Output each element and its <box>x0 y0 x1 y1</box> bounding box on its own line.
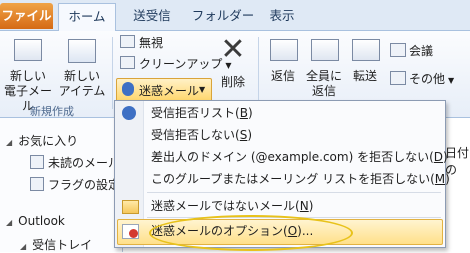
reply-button[interactable]: 返信 <box>264 35 302 101</box>
junk-dropdown-menu: 受信拒否リスト(B) 受信拒否しない(S) 差出人のドメイン (@example… <box>114 100 450 251</box>
reply-all-button[interactable]: 全員に 返信 <box>304 35 344 101</box>
delete-button[interactable]: ✕ 削除 <box>214 35 252 101</box>
tab-folder[interactable]: フォルダー <box>188 3 258 29</box>
menu-item-not-junk[interactable]: 迷惑メールではないメール(N) <box>151 196 313 216</box>
delete-x-icon: ✕ <box>220 32 246 67</box>
group-label-new: 新規作成 <box>30 105 74 118</box>
menu-accesskey: D <box>433 150 444 164</box>
reply-all-label-1: 全員に <box>305 69 342 83</box>
menu-item-block-sender[interactable]: 受信拒否リスト(B) <box>151 103 253 123</box>
tab-view[interactable]: 表示 <box>260 3 304 29</box>
reply-envelope-icon <box>270 39 298 61</box>
ribbon-separator <box>258 37 259 109</box>
ignore-button[interactable]: 無視 <box>120 35 163 51</box>
cleanup-icon <box>120 56 135 69</box>
reply-all-envelope-icon <box>311 39 339 61</box>
menu-label: 受信拒否しない <box>151 128 236 142</box>
ribbon-tab-bar: ファイル ホーム 送受信 フォルダー 表示 <box>0 0 470 31</box>
menu-item-junk-options[interactable]: 迷惑メールのオプション(O)... <box>149 215 353 251</box>
forward-label: 転送 <box>352 69 377 83</box>
junk-button[interactable]: 迷惑メール ▼ <box>116 78 212 102</box>
menu-label: 迷惑メールではないメール <box>151 199 296 213</box>
new-items-label-1: 新しい <box>63 69 100 83</box>
menu-item-never-block-domain[interactable]: 差出人のドメイン (@example.com) を拒否しない(D) <box>151 147 448 167</box>
meeting-button[interactable]: 会議 <box>390 43 433 59</box>
menu-separator <box>147 192 441 193</box>
ribbon-separator <box>112 37 113 109</box>
menu-item-never-block-group[interactable]: このグループまたはメーリング リストを拒否しない(M) <box>151 169 450 189</box>
menu-accesskey: B <box>239 106 248 120</box>
delete-label: 削除 <box>220 75 245 89</box>
chevron-down-icon: ▼ <box>448 76 455 85</box>
tab-file[interactable]: ファイル <box>0 3 53 29</box>
tab-send-receive[interactable]: 送受信 <box>122 3 182 29</box>
search-folder-icon <box>30 155 44 169</box>
new-email-button[interactable]: 新しい 電子メール <box>4 35 52 113</box>
nav-item-unread[interactable]: 未読のメール <box>30 154 120 171</box>
annotation-highlight-circle <box>149 215 353 251</box>
red-badge-icon <box>129 229 138 238</box>
menu-accesskey: M <box>434 172 446 186</box>
meeting-icon <box>390 43 406 57</box>
collapse-triangle-icon: ◢ <box>20 242 27 251</box>
cleanup-label: クリーンアップ <box>139 57 223 71</box>
unread-label: 未読のメール <box>48 156 121 170</box>
more-icon <box>390 71 406 85</box>
favorites-header[interactable]: ◢ お気に入り <box>6 132 78 149</box>
outlook-label: Outlook <box>18 214 65 228</box>
search-folder-icon <box>30 177 44 191</box>
new-email-label-1: 新しい <box>9 69 46 83</box>
forward-button[interactable]: 転送 <box>346 35 384 101</box>
collapse-triangle-icon: ◢ <box>6 138 13 147</box>
ignore-icon <box>120 35 135 48</box>
meeting-label: 会議 <box>409 44 434 58</box>
reply-all-label-2: 返信 <box>311 84 336 98</box>
not-junk-folder-icon <box>122 200 139 214</box>
envelope-icon <box>14 39 42 61</box>
block-sender-icon <box>122 106 136 120</box>
menu-label: 差出人のドメイン (@example.com) を拒否しない <box>151 150 430 164</box>
new-items-label-2: アイテム <box>58 84 106 98</box>
forward-envelope-icon <box>352 39 380 61</box>
chevron-down-icon: ▼ <box>199 85 206 94</box>
menu-item-never-block-sender[interactable]: 受信拒否しない(S) <box>151 125 252 145</box>
outlook-header[interactable]: ◢ Outlook <box>6 214 65 228</box>
more-button[interactable]: その他 ▼ <box>390 71 454 89</box>
tab-home[interactable]: ホーム <box>58 3 116 31</box>
nav-item-inbox[interactable]: ◢ 受信トレイ <box>20 236 92 253</box>
junk-options-icon <box>122 224 139 239</box>
new-items-button[interactable]: 新しい アイテム <box>56 35 108 101</box>
ignore-label: 無視 <box>139 36 164 50</box>
navigation-pane: ◢ お気に入り 未読のメール フラグの設定さ ◢ Outlook ◢ 受信トレイ <box>0 118 132 253</box>
favorites-label: お気に入り <box>18 134 79 148</box>
junk-label: 迷惑メール <box>139 84 200 98</box>
more-label: その他 <box>409 72 446 86</box>
new-items-icon <box>68 39 96 63</box>
inbox-label: 受信トレイ <box>32 238 93 252</box>
reply-label: 返信 <box>270 69 295 83</box>
menu-accesskey: N <box>299 199 309 213</box>
menu-label: このグループまたはメーリング リストを拒否しない <box>151 172 431 186</box>
collapse-triangle-icon: ◢ <box>6 218 13 227</box>
junk-icon <box>122 82 134 96</box>
menu-label: 受信拒否リスト <box>151 106 236 120</box>
menu-accesskey: S <box>239 128 248 142</box>
